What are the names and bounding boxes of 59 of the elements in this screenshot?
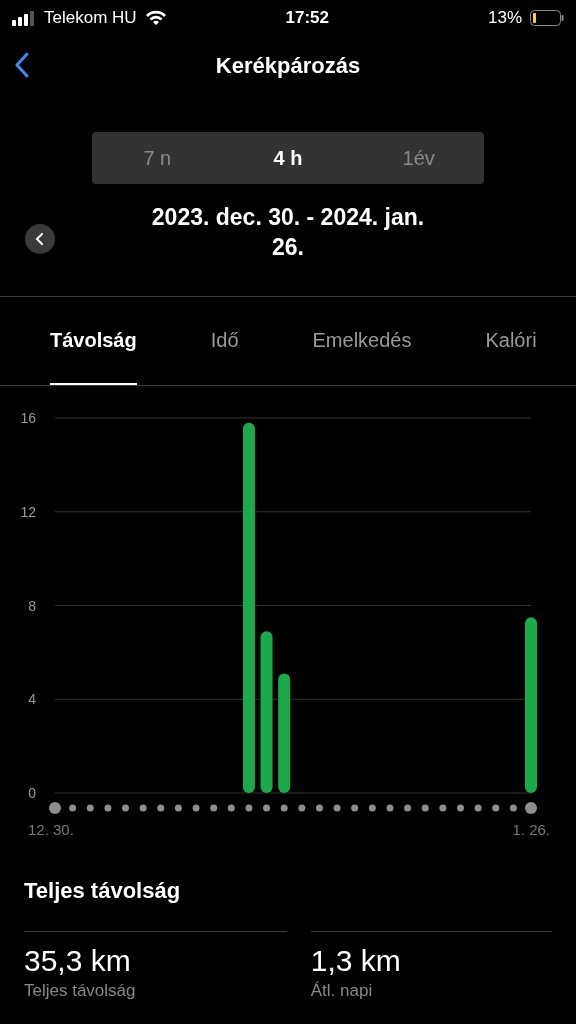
metric-tab[interactable]: Távolság bbox=[50, 297, 137, 385]
day-dot bbox=[263, 804, 271, 812]
y-axis-label: 16 bbox=[20, 410, 36, 426]
day-dot bbox=[157, 804, 165, 812]
previous-button[interactable] bbox=[25, 224, 55, 254]
day-dot bbox=[525, 802, 537, 814]
metric-tab[interactable]: Emelkedés bbox=[312, 297, 412, 385]
battery-percent: 13% bbox=[487, 7, 522, 30]
chevron-left-icon bbox=[14, 52, 30, 78]
day-dot bbox=[315, 804, 323, 812]
chevron-left-icon bbox=[35, 233, 45, 245]
signal-icon bbox=[12, 10, 36, 26]
day-dot bbox=[404, 804, 412, 812]
period-segment[interactable]: 1év bbox=[353, 132, 484, 184]
period-segment[interactable]: 7 n bbox=[92, 132, 223, 184]
stat-value: 1,3 km bbox=[310, 944, 402, 978]
x-axis-label: 12. 30. bbox=[28, 821, 74, 838]
y-axis-label: 12 bbox=[20, 503, 36, 520]
period-segment[interactable]: 4 h bbox=[222, 132, 354, 184]
stat-value: 35,3 km bbox=[24, 944, 132, 978]
day-dot bbox=[421, 804, 429, 812]
day-dot bbox=[122, 804, 129, 812]
clock-time: 17:52 bbox=[284, 7, 330, 30]
day-dot bbox=[457, 804, 464, 812]
x-axis-label: 1. 26. bbox=[512, 821, 550, 838]
day-dot bbox=[509, 804, 517, 812]
y-axis-label: 0 bbox=[28, 785, 36, 801]
day-dot bbox=[280, 804, 288, 812]
day-dot bbox=[192, 804, 200, 812]
metric-tab[interactable]: Kalóri bbox=[485, 297, 537, 385]
day-dot bbox=[245, 804, 253, 812]
date-range: 2023. dec. 30. - 2024. jan. 26. bbox=[150, 203, 426, 262]
day-dot bbox=[298, 804, 306, 812]
day-dot bbox=[333, 804, 341, 812]
day-dot bbox=[174, 804, 182, 812]
y-axis-label: 8 bbox=[28, 597, 36, 614]
wifi-icon bbox=[144, 10, 167, 26]
carrier-name: Telekom HU bbox=[44, 7, 137, 30]
stat-label: Átl. napi bbox=[310, 980, 374, 1002]
day-dot bbox=[104, 804, 112, 812]
day-dot bbox=[492, 804, 500, 812]
day-dot bbox=[351, 804, 359, 812]
day-dot bbox=[439, 804, 447, 812]
day-dot bbox=[227, 804, 235, 812]
y-axis-label: 4 bbox=[28, 691, 36, 708]
metric-tab[interactable]: Idő bbox=[210, 297, 239, 385]
back-button[interactable] bbox=[14, 52, 30, 78]
day-dot bbox=[368, 804, 376, 812]
day-dot bbox=[474, 804, 482, 812]
day-dot bbox=[69, 804, 77, 812]
day-dot bbox=[139, 804, 147, 812]
day-dot bbox=[86, 804, 94, 812]
stat-label: Teljes távolság bbox=[24, 980, 137, 1002]
day-dot bbox=[386, 804, 394, 812]
battery-icon bbox=[530, 10, 564, 26]
section-title: Teljes távolság bbox=[24, 877, 182, 905]
page-title: Kerékpározás bbox=[215, 52, 361, 80]
day-dot bbox=[210, 804, 218, 812]
day-dot bbox=[49, 802, 61, 814]
